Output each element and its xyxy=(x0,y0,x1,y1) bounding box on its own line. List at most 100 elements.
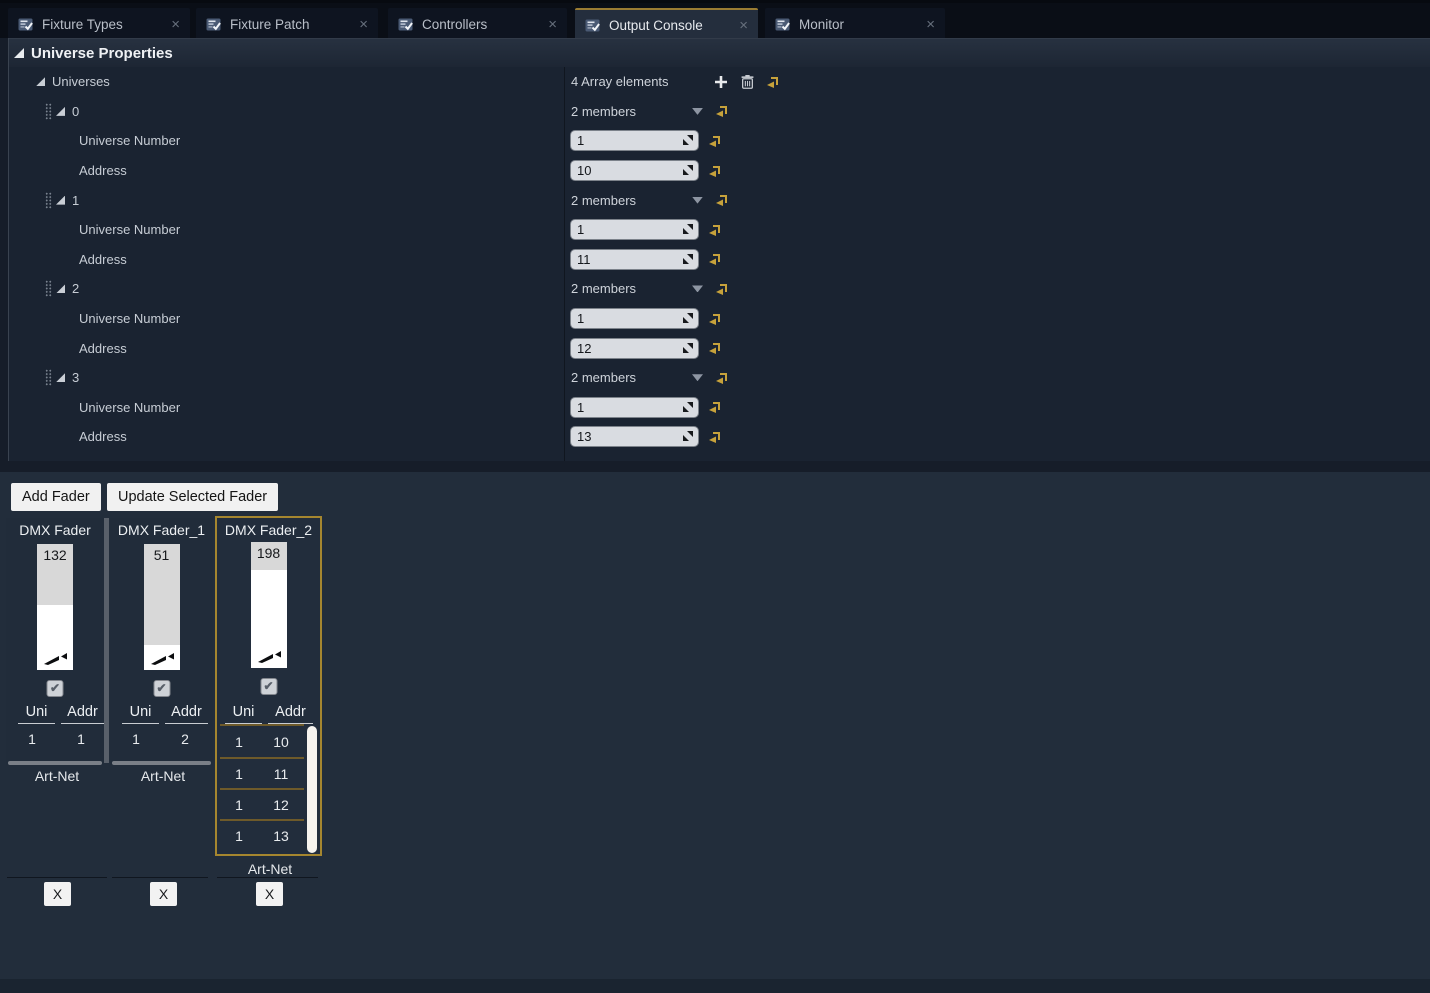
uni-value: 1 xyxy=(110,731,162,747)
add-element-icon[interactable] xyxy=(714,75,728,89)
universe-number-input[interactable]: 1 xyxy=(571,398,698,417)
reset-to-default-icon[interactable] xyxy=(709,342,721,354)
protocol-label: Art-Net xyxy=(7,768,107,784)
reset-to-default-icon[interactable] xyxy=(709,135,721,147)
tab-close-icon[interactable]: × xyxy=(359,17,368,32)
patch-row[interactable]: 1 12 xyxy=(220,788,304,819)
slider-drag-icon[interactable] xyxy=(43,651,67,666)
universe-number-input[interactable]: 1 xyxy=(571,131,698,150)
slider-drag-icon[interactable] xyxy=(257,649,281,664)
patch-row[interactable]: 1 11 xyxy=(220,757,304,788)
reset-to-default-icon[interactable] xyxy=(709,401,721,413)
add-fader-button[interactable]: Add Fader xyxy=(11,483,101,511)
element-index: 0 xyxy=(72,104,79,119)
expander-icon[interactable] xyxy=(14,48,24,58)
expander-icon[interactable] xyxy=(56,373,65,382)
element-summary: 2 members xyxy=(571,281,689,296)
fader-slider[interactable]: 132 xyxy=(37,544,73,670)
uni-column-header: Uni xyxy=(18,704,55,724)
tab-close-icon[interactable]: × xyxy=(171,17,180,32)
input-value: 1 xyxy=(577,133,584,148)
patch-row: 1 1 xyxy=(6,731,104,747)
element-menu-icon[interactable] xyxy=(692,108,703,115)
tab-label: Controllers xyxy=(422,17,487,32)
universe-number-input[interactable]: 1 xyxy=(571,220,698,239)
input-value: 10 xyxy=(577,163,591,178)
tab-close-icon[interactable]: × xyxy=(926,17,935,32)
address-input[interactable]: 13 xyxy=(571,427,698,446)
fader-enable-checkbox[interactable]: ✔ xyxy=(47,680,64,697)
element-menu-icon[interactable] xyxy=(692,197,703,204)
tab-monitor[interactable]: Monitor × xyxy=(765,8,945,41)
slider-drag-icon[interactable] xyxy=(150,651,174,666)
remove-fader-button[interactable]: X xyxy=(256,882,283,906)
dmx-fader-widget[interactable]: DMX Fader 132 ✔ Uni Addr 1 1 xyxy=(6,518,104,765)
expander-icon[interactable] xyxy=(56,284,65,293)
reset-to-default-icon[interactable] xyxy=(709,224,721,236)
remove-fader-button[interactable]: X xyxy=(44,882,71,906)
drag-handle[interactable] xyxy=(45,280,52,297)
element-summary: 2 members xyxy=(571,193,689,208)
reset-to-default-icon[interactable] xyxy=(716,283,728,295)
spinbox-drag-icon xyxy=(683,431,693,441)
reset-to-default-icon[interactable] xyxy=(716,194,728,206)
fader-enable-checkbox[interactable]: ✔ xyxy=(260,678,277,695)
drag-handle[interactable] xyxy=(45,192,52,209)
property-row: Address 12 xyxy=(9,333,1430,363)
drag-handle[interactable] xyxy=(45,103,52,120)
tab-label: Monitor xyxy=(799,17,844,32)
tab-controllers[interactable]: Controllers × xyxy=(388,8,567,41)
tab-label: Fixture Patch xyxy=(230,17,310,32)
patch-row[interactable]: 1 13 xyxy=(220,819,304,850)
universe-number-input[interactable]: 1 xyxy=(571,309,698,328)
category-header[interactable]: Universe Properties xyxy=(9,38,1430,67)
element-index: 1 xyxy=(72,193,79,208)
tab-output-console[interactable]: Output Console × xyxy=(575,8,758,41)
reset-to-default-icon[interactable] xyxy=(709,431,721,443)
addr-column-header: Addr xyxy=(268,704,313,724)
dmx-fader-widget-selected[interactable]: DMX Fader_2 198 ✔ Uni Addr 1 10 1 11 xyxy=(215,516,322,856)
tab-close-icon[interactable]: × xyxy=(548,17,557,32)
address-input[interactable]: 12 xyxy=(571,339,698,358)
addr-value: 12 xyxy=(258,797,304,813)
reset-to-default-icon[interactable] xyxy=(767,76,779,88)
tab-fixture-patch[interactable]: Fixture Patch × xyxy=(196,8,378,41)
property-label: Universe Number xyxy=(79,400,180,415)
drag-handle[interactable] xyxy=(45,369,52,386)
fader-slider[interactable]: 51 xyxy=(144,544,180,670)
reset-to-default-icon[interactable] xyxy=(709,313,721,325)
horizontal-scrollbar[interactable] xyxy=(8,761,102,765)
element-menu-icon[interactable] xyxy=(692,374,703,381)
fader-enable-checkbox[interactable]: ✔ xyxy=(153,680,170,697)
dmx-fader-widget[interactable]: DMX Fader_1 51 ✔ Uni Addr 1 2 xyxy=(110,518,213,765)
reset-to-default-icon[interactable] xyxy=(716,372,728,384)
delete-elements-icon[interactable] xyxy=(741,75,754,89)
addr-value: 11 xyxy=(258,766,304,782)
tab-close-icon[interactable]: × xyxy=(739,18,748,33)
property-label: Address xyxy=(79,341,127,356)
element-menu-icon[interactable] xyxy=(692,285,703,292)
update-selected-fader-button[interactable]: Update Selected Fader xyxy=(107,483,278,511)
addr-column-header: Addr xyxy=(61,704,104,724)
addr-value: 10 xyxy=(258,734,304,750)
vertical-scrollbar[interactable] xyxy=(307,726,317,853)
reset-to-default-icon[interactable] xyxy=(716,105,728,117)
address-input[interactable]: 11 xyxy=(571,250,698,269)
spinbox-drag-icon xyxy=(683,402,693,412)
expander-icon[interactable] xyxy=(56,107,65,116)
remove-fader-button[interactable]: X xyxy=(150,882,177,906)
fader-splitter[interactable] xyxy=(104,518,109,763)
spinbox-drag-icon xyxy=(683,313,693,323)
patch-row[interactable]: 1 10 xyxy=(220,726,304,757)
tab-fixture-types[interactable]: Fixture Types × xyxy=(8,8,190,41)
input-value: 12 xyxy=(577,341,591,356)
property-label: Address xyxy=(79,163,127,178)
horizontal-scrollbar[interactable] xyxy=(112,761,211,765)
address-input[interactable]: 10 xyxy=(571,161,698,180)
expander-icon[interactable] xyxy=(36,77,45,86)
fader-slider[interactable]: 198 xyxy=(251,542,287,668)
reset-to-default-icon[interactable] xyxy=(709,165,721,177)
reset-to-default-icon[interactable] xyxy=(709,253,721,265)
expander-icon[interactable] xyxy=(56,196,65,205)
array-label: Universes xyxy=(52,74,110,89)
